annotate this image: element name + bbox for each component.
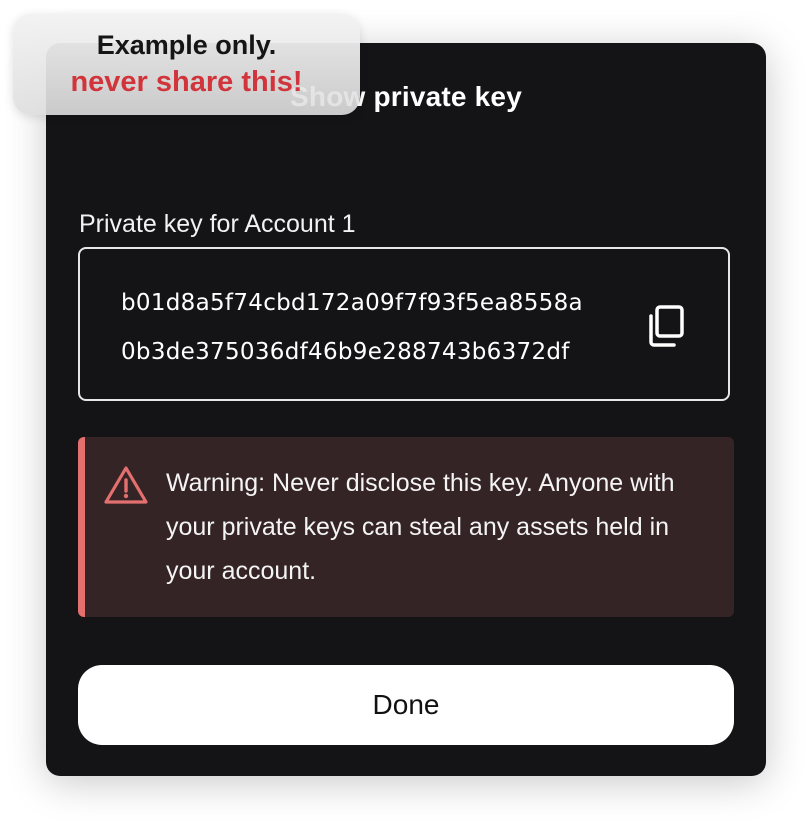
warning-banner: Warning: Never disclose this key. Anyone… xyxy=(78,437,734,617)
page: Show private key Private key for Account… xyxy=(0,0,808,822)
private-key-label: Private key for Account 1 xyxy=(79,210,356,238)
warning-triangle-icon xyxy=(103,465,149,505)
example-notice-overlay: Example only. never share this! xyxy=(13,14,360,115)
private-key-line-2: 0b3de375036df46b9e288743b6372df xyxy=(121,339,570,365)
private-key-box: b01d8a5f74cbd172a09f7f93f5ea8558a 0b3de3… xyxy=(78,247,730,401)
copy-icon[interactable] xyxy=(646,304,686,348)
private-key-dialog: Show private key Private key for Account… xyxy=(46,43,766,776)
private-key-value[interactable]: b01d8a5f74cbd172a09f7f93f5ea8558a 0b3de3… xyxy=(121,279,583,377)
example-notice-line-1: Example only. xyxy=(96,30,277,60)
private-key-line-1: b01d8a5f74cbd172a09f7f93f5ea8558a xyxy=(121,290,583,316)
done-button[interactable]: Done xyxy=(78,665,734,745)
example-notice-line-2: never share this! xyxy=(70,66,303,98)
warning-message: Warning: Never disclose this key. Anyone… xyxy=(166,469,675,585)
